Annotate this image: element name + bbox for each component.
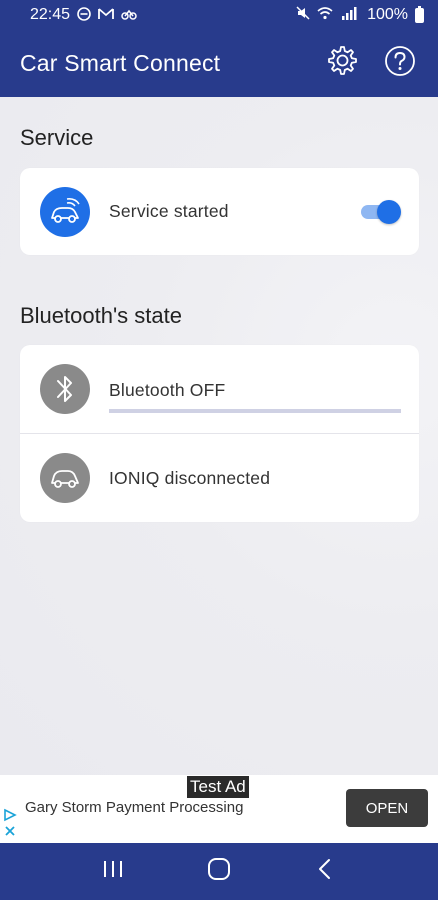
service-section-title: Service xyxy=(20,125,94,150)
car-connection-row[interactable]: IONIQ disconnected xyxy=(20,434,419,522)
car-status-label: IONIQ disconnected xyxy=(109,467,271,488)
test-ad-badge: Test Ad xyxy=(187,776,249,798)
service-row[interactable]: Service started xyxy=(20,168,419,255)
bike-icon xyxy=(121,8,137,22)
navigation-bar xyxy=(0,843,438,900)
recent-apps-icon xyxy=(102,859,124,884)
help-button[interactable] xyxy=(382,46,418,82)
ad-open-button[interactable]: OPEN xyxy=(346,789,428,827)
gear-icon xyxy=(326,45,358,82)
back-icon xyxy=(317,858,333,885)
bluetooth-progress-bar xyxy=(109,408,401,413)
app-bar: Car Smart Connect xyxy=(0,30,438,97)
status-time: 22:45 xyxy=(30,6,71,23)
car-wifi-icon xyxy=(40,186,90,237)
service-toggle[interactable] xyxy=(359,199,401,224)
help-icon xyxy=(384,45,416,82)
status-left: 22:45 xyxy=(30,6,137,24)
wifi-icon xyxy=(317,6,333,25)
status-right: 100% xyxy=(296,5,424,25)
ad-banner[interactable]: Test Ad Gary Storm Payment Processing OP… xyxy=(0,775,438,843)
bluetooth-card: Bluetooth OFF IONIQ disconnected xyxy=(20,345,419,522)
ad-text[interactable]: Gary Storm Payment Processing xyxy=(25,799,243,816)
recent-apps-button[interactable] xyxy=(93,852,133,892)
toggle-thumb xyxy=(377,199,401,224)
battery-icon xyxy=(415,5,424,23)
main-content: Service Service started Bluetooth's stat… xyxy=(0,97,438,775)
bluetooth-status: Bluetooth OFF xyxy=(109,366,401,413)
home-icon xyxy=(207,857,231,886)
bluetooth-section-title: Bluetooth's state xyxy=(20,303,182,328)
signal-icon xyxy=(340,6,360,25)
app-title: Car Smart Connect xyxy=(20,50,221,76)
bluetooth-row[interactable]: Bluetooth OFF xyxy=(20,345,419,433)
dnd-icon xyxy=(77,7,91,23)
service-status-label: Service started xyxy=(109,201,229,221)
ad-choices-icon[interactable] xyxy=(3,805,17,841)
service-card: Service started xyxy=(20,168,419,255)
battery-percent: 100% xyxy=(367,6,408,23)
back-button[interactable] xyxy=(305,852,345,892)
mail-icon xyxy=(98,8,114,22)
bluetooth-icon xyxy=(40,364,90,414)
settings-button[interactable] xyxy=(324,46,360,82)
mute-icon xyxy=(296,5,310,25)
status-bar: 22:45 100% xyxy=(0,0,438,30)
car-icon xyxy=(40,453,90,503)
bluetooth-status-label: Bluetooth OFF xyxy=(109,379,226,400)
home-button[interactable] xyxy=(199,852,239,892)
